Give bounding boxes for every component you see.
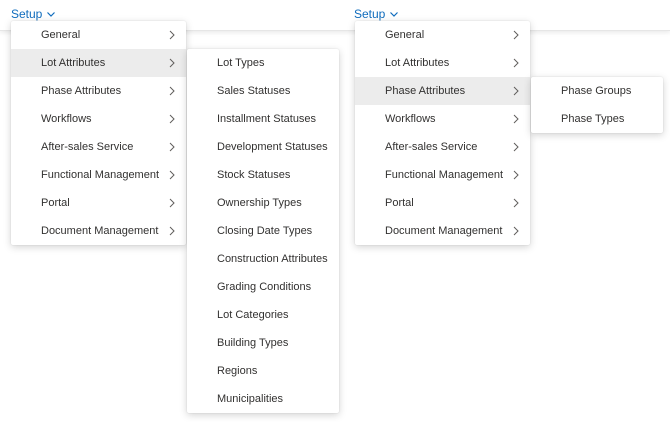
submenu-item-label: Grading Conditions (217, 281, 312, 293)
submenu-item-label: Phase Types (561, 113, 625, 125)
chevron-right-icon (169, 142, 175, 152)
submenu-item-building-types[interactable]: Building Types (187, 329, 339, 357)
chevron-right-icon (169, 226, 175, 236)
submenu-item-label: Municipalities (217, 393, 284, 405)
submenu-item-label: Construction Attributes (217, 253, 328, 265)
submenu-item-phase-groups[interactable]: Phase Groups (531, 77, 663, 105)
menu-item-lot-attributes[interactable]: Lot Attributes (11, 49, 186, 77)
submenu-item-phase-types[interactable]: Phase Types (531, 105, 663, 133)
submenu-item-sales-statuses[interactable]: Sales Statuses (187, 77, 339, 105)
menu-item-label: Portal (385, 197, 414, 209)
submenu-item-label: Sales Statuses (217, 85, 291, 97)
submenu-item-municipalities[interactable]: Municipalities (187, 385, 339, 413)
chevron-right-icon (169, 198, 175, 208)
chevron-right-icon (513, 30, 519, 40)
menu-item-phase-attributes[interactable]: Phase Attributes (355, 77, 530, 105)
menu-item-workflows[interactable]: Workflows (11, 105, 186, 133)
chevron-right-icon (169, 170, 175, 180)
setup-menu-button-right[interactable]: Setup (354, 6, 399, 22)
menu-item-label: General (41, 29, 81, 41)
menu-item-label: After-sales Service (41, 141, 134, 153)
submenu-item-closing-date-types[interactable]: Closing Date Types (187, 217, 339, 245)
submenu-item-grading-conditions[interactable]: Grading Conditions (187, 273, 339, 301)
menu-item-portal[interactable]: Portal (355, 189, 530, 217)
menu-item-label: Phase Attributes (41, 85, 122, 97)
menu-item-label: Functional Management (41, 169, 160, 181)
submenu-item-label: Development Statuses (217, 141, 328, 153)
lot-attributes-submenu: Lot Types Sales Statuses Installment Sta… (187, 49, 339, 413)
submenu-item-lot-types[interactable]: Lot Types (187, 49, 339, 77)
submenu-item-label: Regions (217, 365, 258, 377)
chevron-right-icon (169, 86, 175, 96)
chevron-down-icon (390, 12, 399, 17)
menu-item-after-sales-service[interactable]: After-sales Service (355, 133, 530, 161)
setup-main-menu-left: General Lot Attributes Phase Attributes … (11, 21, 186, 245)
menu-item-label: Document Management (385, 225, 503, 237)
menu-item-portal[interactable]: Portal (11, 189, 186, 217)
menu-item-label: General (385, 29, 425, 41)
submenu-item-installment-statuses[interactable]: Installment Statuses (187, 105, 339, 133)
submenu-item-label: Stock Statuses (217, 169, 291, 181)
chevron-right-icon (169, 58, 175, 68)
menu-item-document-management[interactable]: Document Management (355, 217, 530, 245)
chevron-right-icon (513, 198, 519, 208)
chevron-right-icon (169, 114, 175, 124)
chevron-right-icon (513, 86, 519, 96)
menu-item-document-management[interactable]: Document Management (11, 217, 186, 245)
submenu-item-label: Phase Groups (561, 85, 632, 97)
chevron-right-icon (513, 142, 519, 152)
chevron-right-icon (513, 226, 519, 236)
chevron-right-icon (169, 30, 175, 40)
chevron-right-icon (513, 114, 519, 124)
chevron-down-icon (47, 12, 56, 17)
submenu-item-regions[interactable]: Regions (187, 357, 339, 385)
submenu-item-development-statuses[interactable]: Development Statuses (187, 133, 339, 161)
setup-main-menu-right: General Lot Attributes Phase Attributes … (355, 21, 530, 245)
setup-label: Setup (354, 7, 386, 21)
menu-item-label: Lot Attributes (385, 57, 450, 69)
menu-item-functional-management[interactable]: Functional Management (355, 161, 530, 189)
submenu-item-lot-categories[interactable]: Lot Categories (187, 301, 339, 329)
menu-item-label: Workflows (385, 113, 436, 125)
menu-item-label: Portal (41, 197, 70, 209)
menu-item-general[interactable]: General (355, 21, 530, 49)
submenu-item-ownership-types[interactable]: Ownership Types (187, 189, 339, 217)
submenu-item-construction-attributes[interactable]: Construction Attributes (187, 245, 339, 273)
menu-item-functional-management[interactable]: Functional Management (11, 161, 186, 189)
menu-item-phase-attributes[interactable]: Phase Attributes (11, 77, 186, 105)
menu-item-label: Lot Attributes (41, 57, 106, 69)
menu-item-lot-attributes[interactable]: Lot Attributes (355, 49, 530, 77)
menu-item-after-sales-service[interactable]: After-sales Service (11, 133, 186, 161)
menu-item-workflows[interactable]: Workflows (355, 105, 530, 133)
submenu-item-label: Closing Date Types (217, 225, 313, 237)
menu-item-label: Functional Management (385, 169, 504, 181)
menu-item-label: After-sales Service (385, 141, 478, 153)
chevron-right-icon (513, 170, 519, 180)
chevron-right-icon (513, 58, 519, 68)
phase-attributes-submenu: Phase Groups Phase Types (531, 77, 663, 133)
submenu-item-stock-statuses[interactable]: Stock Statuses (187, 161, 339, 189)
submenu-item-label: Lot Types (217, 57, 265, 69)
setup-menu-button-left[interactable]: Setup (11, 6, 56, 22)
menu-item-label: Document Management (41, 225, 159, 237)
submenu-item-label: Ownership Types (217, 197, 302, 209)
setup-label: Setup (11, 7, 43, 21)
submenu-item-label: Building Types (217, 337, 289, 349)
submenu-item-label: Installment Statuses (217, 113, 317, 125)
menu-item-label: Phase Attributes (385, 85, 466, 97)
menu-item-general[interactable]: General (11, 21, 186, 49)
submenu-item-label: Lot Categories (217, 309, 289, 321)
menu-item-label: Workflows (41, 113, 92, 125)
